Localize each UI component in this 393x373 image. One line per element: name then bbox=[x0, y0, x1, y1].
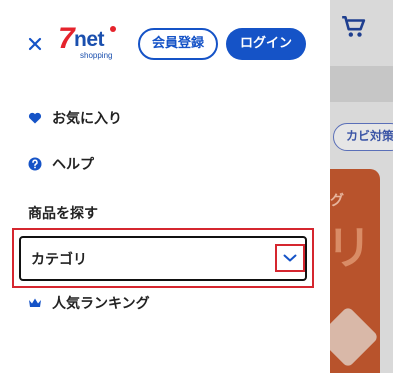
background-banner-heading: リ bbox=[326, 221, 372, 275]
logo-subtitle: shopping bbox=[80, 51, 113, 60]
product-search-heading: 商品を探す bbox=[28, 206, 98, 222]
background-banner-text: グ bbox=[330, 193, 344, 209]
heart-icon bbox=[28, 112, 42, 124]
cart-icon[interactable] bbox=[340, 14, 366, 40]
menu-item-ranking[interactable]: 人気ランキング bbox=[28, 291, 150, 315]
login-button[interactable]: ログイン bbox=[226, 28, 306, 60]
seven-net-shopping-logo[interactable]: 7 net shopping bbox=[58, 22, 120, 64]
logo-dot bbox=[110, 26, 116, 32]
menu-item-label: お気に入り bbox=[52, 111, 122, 127]
question-circle-icon bbox=[28, 157, 42, 171]
logo-number: 7 bbox=[58, 22, 75, 55]
menu-item-favorites[interactable]: お気に入り bbox=[28, 106, 122, 130]
close-icon[interactable] bbox=[24, 33, 46, 55]
logo-brand: net bbox=[74, 28, 105, 51]
category-expand-button[interactable] bbox=[275, 244, 305, 272]
chevron-down-icon bbox=[283, 254, 297, 262]
category-dropdown-label: カテゴリ bbox=[31, 252, 87, 268]
category-dropdown[interactable]: カテゴリ bbox=[19, 236, 307, 281]
side-drawer-menu: 7 net shopping 会員登録 ログイン お気に入り ヘルプ 商品を探す… bbox=[0, 0, 330, 373]
menu-item-label: ヘルプ bbox=[52, 157, 94, 173]
menu-item-help[interactable]: ヘルプ bbox=[28, 152, 94, 176]
register-button[interactable]: 会員登録 bbox=[138, 28, 218, 60]
crown-icon bbox=[29, 298, 41, 307]
menu-item-label: 人気ランキング bbox=[52, 296, 150, 312]
background-tag-chip[interactable]: カビ対策 bbox=[333, 123, 393, 151]
